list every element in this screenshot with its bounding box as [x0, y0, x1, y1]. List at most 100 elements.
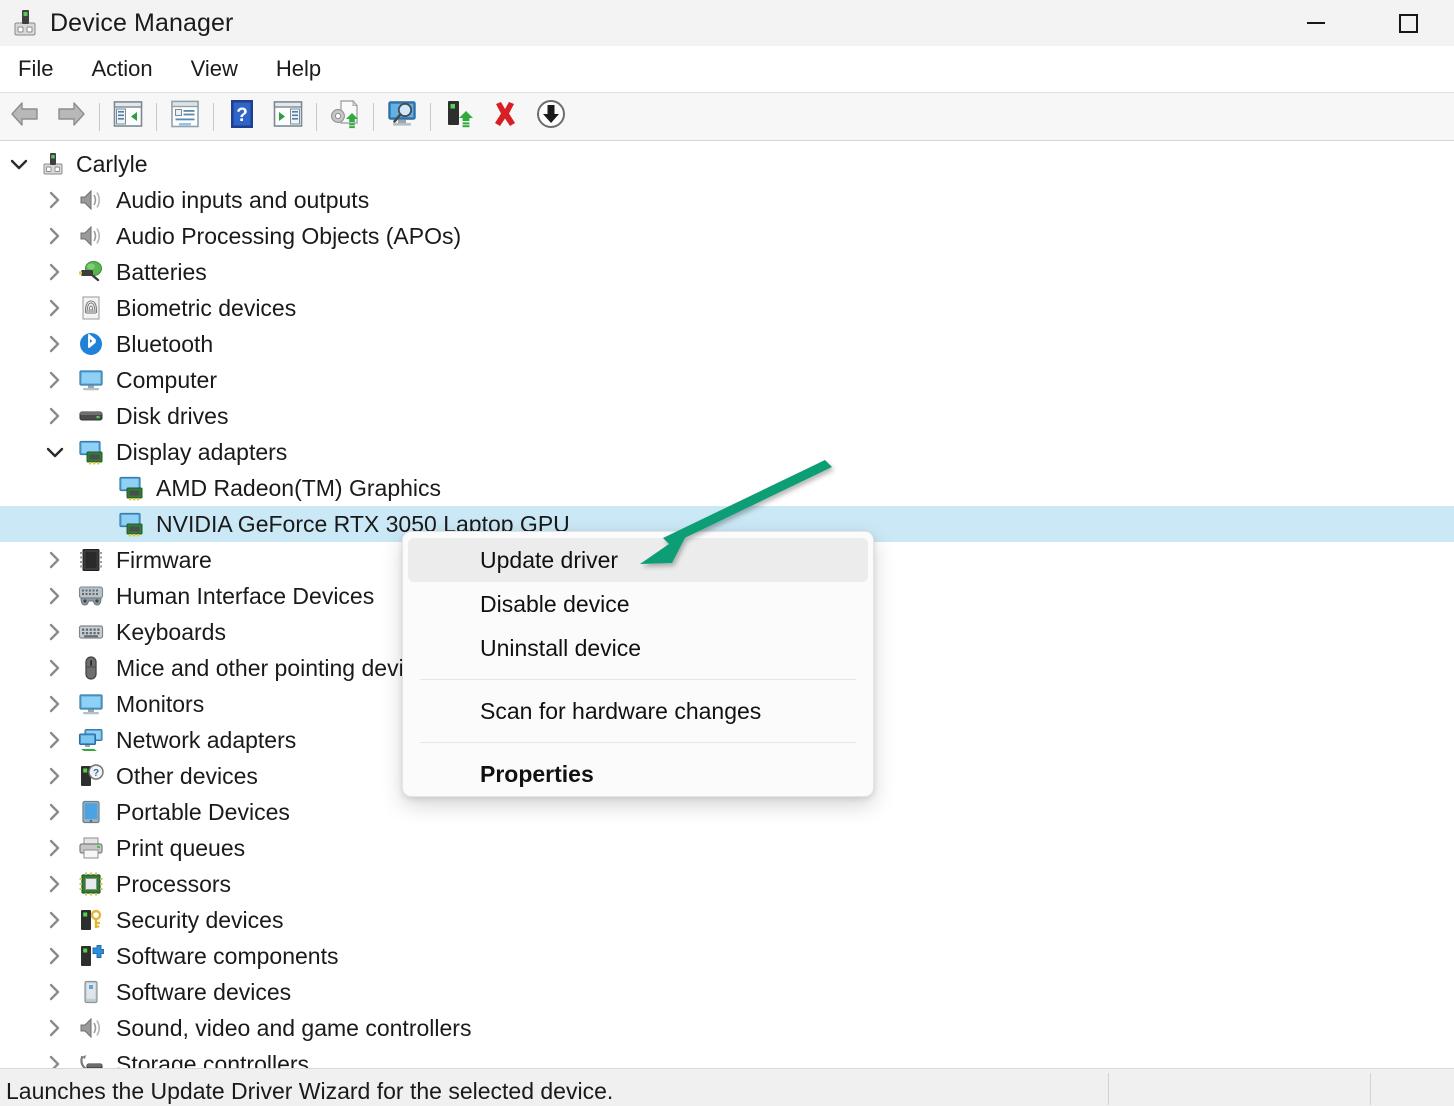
- tree-row-label: Batteries: [116, 254, 207, 290]
- tree-row-label: Keyboards: [116, 614, 226, 650]
- minimize-icon: [1307, 22, 1325, 24]
- tree-row[interactable]: AMD Radeon(TM) Graphics: [0, 470, 1454, 506]
- tree-row[interactable]: Display adapters: [0, 434, 1454, 470]
- chevron-right-icon[interactable]: [42, 650, 68, 686]
- forward-button[interactable]: [48, 97, 94, 137]
- computer-node-icon: [40, 151, 66, 177]
- tree-row-label: Computer: [116, 362, 217, 398]
- chevron-right-icon[interactable]: [42, 794, 68, 830]
- menu-help[interactable]: Help: [268, 53, 329, 85]
- tree-row-label: Bluetooth: [116, 326, 213, 362]
- properties-button[interactable]: [162, 97, 208, 137]
- tree-row-label: Carlyle: [76, 146, 148, 182]
- forward-icon: [54, 99, 88, 134]
- chevron-right-icon[interactable]: [42, 290, 68, 326]
- chevron-right-icon[interactable]: [42, 362, 68, 398]
- tree-row-label: Storage controllers: [116, 1046, 309, 1068]
- tree-row-label: Human Interface Devices: [116, 578, 374, 614]
- minimize-button[interactable]: [1270, 0, 1362, 46]
- chevron-right-icon[interactable]: [42, 254, 68, 290]
- tree-row[interactable]: Print queues: [0, 830, 1454, 866]
- chevron-down-icon[interactable]: [42, 434, 68, 470]
- tree-row[interactable]: Security devices: [0, 902, 1454, 938]
- tree-row[interactable]: Processors: [0, 866, 1454, 902]
- menu-action[interactable]: Action: [83, 53, 160, 85]
- chevron-right-icon[interactable]: [42, 902, 68, 938]
- chevron-right-icon[interactable]: [42, 974, 68, 1010]
- status-bar: Launches the Update Driver Wizard for th…: [0, 1068, 1454, 1106]
- tree-row[interactable]: Carlyle: [0, 146, 1454, 182]
- chevron-right-icon[interactable]: [42, 866, 68, 902]
- help-button[interactable]: ?: [219, 97, 265, 137]
- show-hide-action-pane-button[interactable]: [265, 97, 311, 137]
- chevron-right-icon[interactable]: [42, 938, 68, 974]
- context-menu-item-scan-for-hardware-changes[interactable]: Scan for hardware changes: [408, 689, 868, 733]
- tree-row-label: Biometric devices: [116, 290, 296, 326]
- chevron-right-icon[interactable]: [42, 578, 68, 614]
- window-controls: [1270, 0, 1454, 46]
- context-menu-item-properties[interactable]: Properties: [408, 752, 868, 796]
- context-menu-item-uninstall-device[interactable]: Uninstall device: [408, 626, 868, 670]
- enable-device-button[interactable]: [436, 97, 482, 137]
- tree-row[interactable]: Software components: [0, 938, 1454, 974]
- tree-row-label: Audio Processing Objects (APOs): [116, 218, 461, 254]
- portable-device-icon: [78, 799, 104, 825]
- show-hide-console-tree-button[interactable]: [105, 97, 151, 137]
- tree-row[interactable]: Bluetooth: [0, 326, 1454, 362]
- tree-row-label: Software devices: [116, 974, 291, 1010]
- disable-device-icon: [535, 98, 567, 135]
- chevron-right-icon[interactable]: [42, 830, 68, 866]
- chevron-right-icon[interactable]: [42, 1010, 68, 1046]
- tree-row-label: Network adapters: [116, 722, 296, 758]
- uninstall-device-button[interactable]: [482, 97, 528, 137]
- tree-row[interactable]: Batteries: [0, 254, 1454, 290]
- chevron-right-icon[interactable]: [42, 686, 68, 722]
- menu-bar: File Action View Help: [0, 46, 1454, 93]
- svg-text:?: ?: [236, 105, 248, 126]
- disable-device-button[interactable]: [528, 97, 574, 137]
- status-divider: [1370, 1073, 1371, 1105]
- chevron-right-icon[interactable]: [42, 758, 68, 794]
- tree-row[interactable]: Sound, video and game controllers: [0, 1010, 1454, 1046]
- scan-for-hardware-changes-button[interactable]: [379, 97, 425, 137]
- tree-row[interactable]: Biometric devices: [0, 290, 1454, 326]
- chevron-right-icon[interactable]: [42, 1046, 68, 1068]
- menu-file[interactable]: File: [10, 53, 61, 85]
- tree-row[interactable]: Software devices: [0, 974, 1454, 1010]
- tree-row[interactable]: Disk drives: [0, 398, 1454, 434]
- tree-row-label: AMD Radeon(TM) Graphics: [156, 470, 441, 506]
- chevron-right-icon[interactable]: [42, 218, 68, 254]
- update-driver-icon: [329, 99, 361, 134]
- update-driver-button[interactable]: [322, 97, 368, 137]
- storage-controller-icon: [78, 1051, 104, 1068]
- status-divider: [1108, 1073, 1109, 1105]
- maximize-icon: [1399, 14, 1418, 33]
- title-bar: Device Manager: [0, 0, 1454, 46]
- tree-row-label: Monitors: [116, 686, 204, 722]
- firmware-chip-icon: [78, 547, 104, 573]
- tree-row[interactable]: Portable Devices: [0, 794, 1454, 830]
- toolbar: ?: [0, 93, 1454, 141]
- menu-view[interactable]: View: [183, 53, 246, 85]
- chevron-right-icon[interactable]: [42, 182, 68, 218]
- toolbar-separator: [213, 103, 214, 131]
- chevron-right-icon[interactable]: [42, 542, 68, 578]
- chevron-right-icon[interactable]: [42, 614, 68, 650]
- tree-row-label: Portable Devices: [116, 794, 290, 830]
- tree-row[interactable]: Audio Processing Objects (APOs): [0, 218, 1454, 254]
- back-button[interactable]: [2, 97, 48, 137]
- maximize-button[interactable]: [1362, 0, 1454, 46]
- tree-row[interactable]: Storage controllers: [0, 1046, 1454, 1068]
- chevron-right-icon[interactable]: [42, 722, 68, 758]
- context-menu-item-disable-device[interactable]: Disable device: [408, 582, 868, 626]
- chevron-down-icon[interactable]: [6, 146, 32, 182]
- tree-row[interactable]: Audio inputs and outputs: [0, 182, 1454, 218]
- back-icon: [8, 99, 42, 134]
- speaker-icon: [78, 187, 104, 213]
- chevron-right-icon[interactable]: [42, 326, 68, 362]
- toolbar-separator: [316, 103, 317, 131]
- chevron-right-icon[interactable]: [42, 398, 68, 434]
- context-menu-item-update-driver[interactable]: Update driver: [408, 538, 868, 582]
- tree-row[interactable]: Computer: [0, 362, 1454, 398]
- tree-row-label: Disk drives: [116, 398, 228, 434]
